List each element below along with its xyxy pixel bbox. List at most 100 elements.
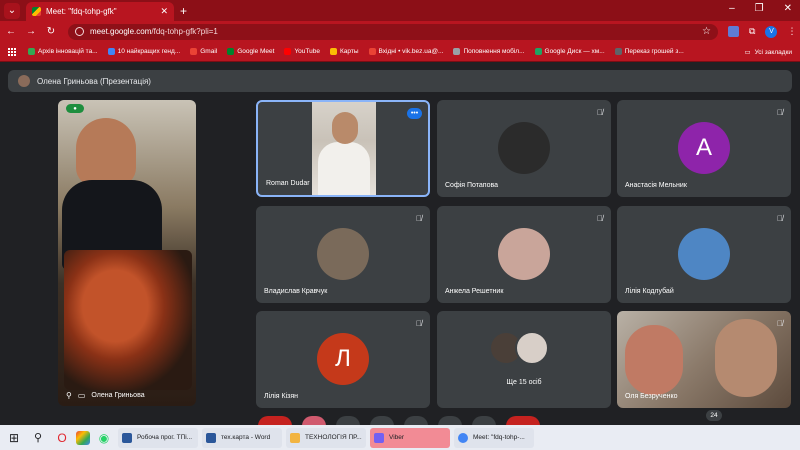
bookmark-favicon-icon [28,48,35,55]
taskbar-app-label: ТЕХНОЛОГІЯ ПР... [305,434,362,441]
toolbar-actions: ⧉ V ⋮ [728,25,796,38]
os-taskbar: ⊞ ⚲ O ◉ Робоча прог. ТПі... тех.карта - … [0,425,800,450]
close-window-icon[interactable]: ✕ [784,3,792,14]
participant-tile[interactable]: ••• Roman Dudar [256,100,430,197]
all-bookmarks-button[interactable]: ▭ Усі закладки [744,48,792,57]
presentation-bar[interactable]: Олена Гриньова (Презентація) [8,70,792,92]
start-icon[interactable]: ⊞ [4,428,24,448]
meet-icon [227,48,235,55]
star-icon [453,48,461,55]
chrome-icon [458,432,468,443]
reload-icon[interactable]: ↻ [42,26,60,37]
pin-icon[interactable]: ⚲ [66,391,72,400]
extensions-puzzle-icon[interactable]: ⧉ [749,26,755,37]
all-bookmarks-label: Усі закладки [754,48,792,56]
video-face [332,112,358,144]
participant-count-badge: 24 [706,410,722,421]
site-info-icon[interactable] [75,27,84,36]
bookmark-label: Google Диск — хм... [544,48,605,55]
restore-icon[interactable]: ❐ [755,3,764,14]
tab-title: Meet: "fdq-tohp-gfk" [46,7,117,16]
bookmark-item[interactable]: Карты [329,48,359,55]
participant-name: Владислав Кравчук [264,288,328,295]
more-options-icon[interactable]: ••• [407,108,422,119]
bookmark-label: Gmail [200,48,218,55]
participant-name: Оля Безрученко [625,393,678,400]
participant-tile[interactable]: 🎙̸ A Анастасія Мельник [617,100,791,197]
photos-icon[interactable] [76,430,90,445]
search-icon[interactable]: ⚲ [28,428,48,448]
bookmark-item[interactable]: Gmail [190,48,217,55]
bookmark-favicon-icon [107,48,115,55]
presenter-video-tile[interactable]: ● ⚲ ▭ Олена Гриньова [58,100,196,406]
participant-tile[interactable]: 🎙̸ Софія Потапова [437,100,611,197]
taskbar-app-chrome[interactable]: Meet: "fdq-tohp-... [454,427,534,448]
mic-off-icon: 🎙̸ [777,214,783,223]
bookmark-item[interactable]: Google Диск — хм... [534,48,605,55]
bookmark-item[interactable]: Вхідні • vik.bez.ua@... [368,48,444,55]
bookmark-item[interactable]: Переказ грошей з... [614,48,684,55]
new-tab-button[interactable]: + [180,4,187,18]
participant-avatar [678,228,730,280]
participant-face [715,319,777,397]
maps-icon [329,48,337,55]
participant-avatar: Л [317,333,369,385]
bookmark-item[interactable]: Google Meet [227,48,274,55]
bookmark-label: 10 найкращих генд... [117,48,181,55]
participant-tile[interactable]: 🎙̸ Л Лілія Кізян [256,311,430,408]
address-bar[interactable]: meet.google.com /fdq-tohp-gfk?pli=1 ☆ [68,23,718,40]
more-participants-tile[interactable]: Ще 15 осіб [437,311,611,408]
video-body [318,142,370,195]
mic-off-icon: 🎙̸ [416,214,422,223]
browser-toolbar: ← → ↻ meet.google.com /fdq-tohp-gfk?pli=… [0,21,800,42]
menu-kebab-icon[interactable]: ⋮ [787,26,796,37]
profile-avatar-icon[interactable]: V [765,25,778,38]
speaking-indicator-icon: ● [66,104,84,113]
apps-grid-icon[interactable] [8,47,16,56]
meet-favicon-icon [32,7,41,16]
taskbar-app-label: Робоча прог. ТПі... [137,434,193,441]
back-icon[interactable]: ← [2,26,20,37]
close-tab-icon[interactable]: ✕ [160,6,168,17]
browser-tab-meet[interactable]: Meet: "fdq-tohp-gfk" ✕ [26,2,174,21]
bookmark-star-icon[interactable]: ☆ [702,26,711,37]
participant-video [312,102,376,195]
participant-face [625,325,683,395]
participant-tile[interactable]: 🎙̸ Оля Безрученко [617,311,791,408]
folder-icon: ▭ [744,49,751,56]
presenter-face [76,118,136,186]
bookmark-label: Вхідні • vik.bez.ua@... [378,48,444,55]
more-participants-label: Ще 15 осіб [506,379,542,386]
bookmark-item[interactable]: YouTube [284,48,320,55]
taskbar-app-explorer[interactable]: ТЕХНОЛОГІЯ ПР... [286,427,366,448]
whatsapp-icon[interactable]: ◉ [94,428,114,448]
grouped-avatars [489,331,549,365]
participant-tile[interactable]: 🎙̸ Владислав Кравчук [256,206,430,303]
participant-tile[interactable]: 🎙̸ Анжела Решетник [437,206,611,303]
forward-icon[interactable]: → [22,26,40,37]
presenter-label: Олена Гриньова (Презентація) [37,76,151,86]
participant-name: Лілія Кодлубай [625,288,674,295]
food-tray [64,250,192,390]
presenter-name: ⚲ ▭ Олена Гриньова [66,391,145,400]
participant-name: Roman Dudar [266,180,310,187]
tab-bar: ⌄ Meet: "fdq-tohp-gfk" ✕ + – ❐ ✕ [0,0,800,21]
mic-off-icon: 🎙̸ [416,319,422,328]
url-path: /fdq-tohp-gfk?pli=1 [151,27,218,36]
bookmark-label: Поповнення мобіл... [463,48,525,55]
participant-tile[interactable]: 🎙̸ Лілія Кодлубай [617,206,791,303]
translate-extension-icon[interactable] [728,26,739,37]
opera-icon[interactable]: O [52,428,72,448]
bookmark-item[interactable]: Архів інновацій та... [28,48,98,55]
taskbar-app-word-1[interactable]: Робоча прог. ТПі... [118,427,198,448]
taskbar-app-viber[interactable]: Viber [370,427,450,448]
taskbar-app-label: Viber [389,434,405,441]
taskbar-app-label: тех.карта - Word [221,434,271,441]
bookmark-item[interactable]: Поповнення мобіл... [453,48,525,55]
tab-search-icon[interactable]: ⌄ [4,2,20,19]
minimize-icon[interactable]: – [729,3,735,14]
present-screen-icon: ▭ [77,391,86,400]
participant-avatar [515,331,549,365]
taskbar-app-word-2[interactable]: тех.карта - Word [202,427,282,448]
bookmark-item[interactable]: 10 найкращих генд... [107,48,181,55]
